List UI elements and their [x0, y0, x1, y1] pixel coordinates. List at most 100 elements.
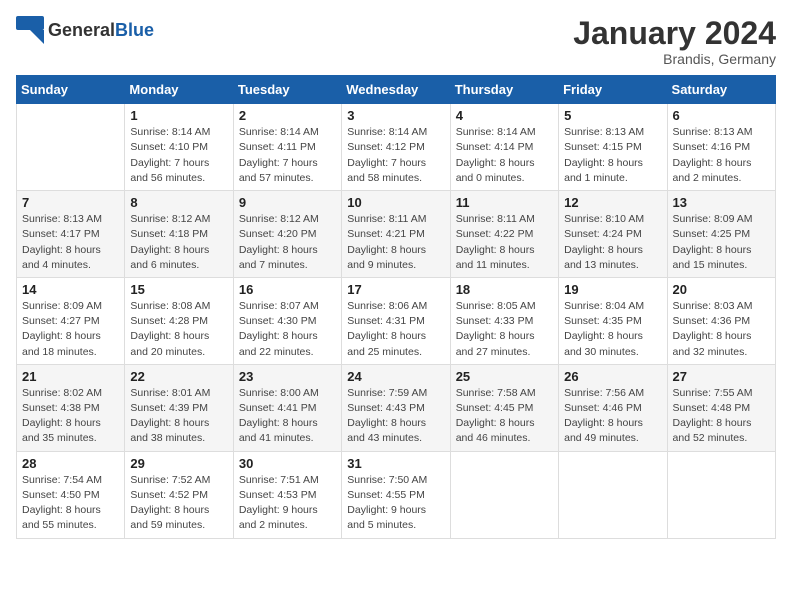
- calendar-week-row: 1Sunrise: 8:14 AMSunset: 4:10 PMDaylight…: [17, 104, 776, 191]
- day-number: 1: [130, 108, 227, 123]
- day-info: Sunrise: 8:13 AMSunset: 4:15 PMDaylight:…: [564, 125, 661, 186]
- day-info: Sunrise: 8:08 AMSunset: 4:28 PMDaylight:…: [130, 299, 227, 360]
- day-number: 27: [673, 369, 770, 384]
- calendar-cell: 4 Sunrise: 8:14 AMSunset: 4:14 PMDaylight…: [450, 104, 558, 191]
- day-info: Sunrise: 8:02 AMSunset: 4:38 PMDaylight:…: [22, 386, 119, 447]
- calendar-cell: 29 Sunrise: 7:52 AMSunset: 4:52 PMDayligh…: [125, 451, 233, 538]
- day-info: Sunrise: 7:54 AMSunset: 4:50 PMDaylight:…: [22, 473, 119, 534]
- day-info: Sunrise: 8:12 AMSunset: 4:18 PMDaylight:…: [130, 212, 227, 273]
- day-number: 17: [347, 282, 444, 297]
- calendar-cell: 20 Sunrise: 8:03 AMSunset: 4:36 PMDayligh…: [667, 277, 775, 364]
- day-number: 31: [347, 456, 444, 471]
- day-info: Sunrise: 8:13 AMSunset: 4:16 PMDaylight:…: [673, 125, 770, 186]
- calendar-cell: 8 Sunrise: 8:12 AMSunset: 4:18 PMDaylight…: [125, 191, 233, 278]
- column-header-wednesday: Wednesday: [342, 76, 450, 104]
- calendar-cell: [17, 104, 125, 191]
- day-info: Sunrise: 8:01 AMSunset: 4:39 PMDaylight:…: [130, 386, 227, 447]
- calendar-cell: 21Sunrise: 8:02 AMSunset: 4:38 PMDayligh…: [17, 364, 125, 451]
- calendar-cell: 24 Sunrise: 7:59 AMSunset: 4:43 PMDayligh…: [342, 364, 450, 451]
- day-number: 4: [456, 108, 553, 123]
- title-block: January 2024 Brandis, Germany: [573, 16, 776, 67]
- calendar-cell: [667, 451, 775, 538]
- calendar-week-row: 21Sunrise: 8:02 AMSunset: 4:38 PMDayligh…: [17, 364, 776, 451]
- page-header: GeneralBlue January 2024 Brandis, German…: [16, 16, 776, 67]
- day-number: 7: [22, 195, 119, 210]
- day-number: 16: [239, 282, 336, 297]
- day-number: 28: [22, 456, 119, 471]
- day-info: Sunrise: 8:06 AMSunset: 4:31 PMDaylight:…: [347, 299, 444, 360]
- day-number: 24: [347, 369, 444, 384]
- calendar-cell: 23Sunrise: 8:00 AMSunset: 4:41 PMDayligh…: [233, 364, 341, 451]
- column-header-tuesday: Tuesday: [233, 76, 341, 104]
- calendar-cell: 27 Sunrise: 7:55 AMSunset: 4:48 PMDayligh…: [667, 364, 775, 451]
- day-info: Sunrise: 8:03 AMSunset: 4:36 PMDaylight:…: [673, 299, 770, 360]
- calendar-cell: 18 Sunrise: 8:05 AMSunset: 4:33 PMDayligh…: [450, 277, 558, 364]
- day-number: 18: [456, 282, 553, 297]
- calendar-cell: 5 Sunrise: 8:13 AMSunset: 4:15 PMDaylight…: [559, 104, 667, 191]
- day-info: Sunrise: 7:58 AMSunset: 4:45 PMDaylight:…: [456, 386, 553, 447]
- day-info: Sunrise: 7:59 AMSunset: 4:43 PMDaylight:…: [347, 386, 444, 447]
- logo-general-text: General: [48, 20, 115, 40]
- column-header-friday: Friday: [559, 76, 667, 104]
- calendar-week-row: 14Sunrise: 8:09 AMSunset: 4:27 PMDayligh…: [17, 277, 776, 364]
- day-info: Sunrise: 8:14 AMSunset: 4:12 PMDaylight:…: [347, 125, 444, 186]
- calendar-cell: 2 Sunrise: 8:14 AMSunset: 4:11 PMDaylight…: [233, 104, 341, 191]
- day-number: 20: [673, 282, 770, 297]
- day-info: Sunrise: 8:04 AMSunset: 4:35 PMDaylight:…: [564, 299, 661, 360]
- day-info: Sunrise: 8:14 AMSunset: 4:14 PMDaylight:…: [456, 125, 553, 186]
- day-info: Sunrise: 7:55 AMSunset: 4:48 PMDaylight:…: [673, 386, 770, 447]
- day-number: 30: [239, 456, 336, 471]
- calendar-cell: 19Sunrise: 8:04 AMSunset: 4:35 PMDayligh…: [559, 277, 667, 364]
- day-number: 8: [130, 195, 227, 210]
- column-header-saturday: Saturday: [667, 76, 775, 104]
- day-number: 12: [564, 195, 661, 210]
- day-number: 25: [456, 369, 553, 384]
- day-number: 3: [347, 108, 444, 123]
- calendar-cell: 31 Sunrise: 7:50 AMSunset: 4:55 PMDayligh…: [342, 451, 450, 538]
- calendar-cell: 9Sunrise: 8:12 AMSunset: 4:20 PMDaylight…: [233, 191, 341, 278]
- month-year-title: January 2024: [573, 16, 776, 51]
- day-number: 15: [130, 282, 227, 297]
- calendar-week-row: 28 Sunrise: 7:54 AMSunset: 4:50 PMDayligh…: [17, 451, 776, 538]
- day-number: 14: [22, 282, 119, 297]
- calendar-cell: 16 Sunrise: 8:07 AMSunset: 4:30 PMDayligh…: [233, 277, 341, 364]
- day-info: Sunrise: 7:50 AMSunset: 4:55 PMDaylight:…: [347, 473, 444, 534]
- calendar-cell: 11 Sunrise: 8:11 AMSunset: 4:22 PMDayligh…: [450, 191, 558, 278]
- day-info: Sunrise: 7:52 AMSunset: 4:52 PMDaylight:…: [130, 473, 227, 534]
- calendar-cell: 14Sunrise: 8:09 AMSunset: 4:27 PMDayligh…: [17, 277, 125, 364]
- calendar-cell: 25 Sunrise: 7:58 AMSunset: 4:45 PMDayligh…: [450, 364, 558, 451]
- calendar-cell: 10Sunrise: 8:11 AMSunset: 4:21 PMDayligh…: [342, 191, 450, 278]
- column-header-thursday: Thursday: [450, 76, 558, 104]
- calendar-cell: 3 Sunrise: 8:14 AMSunset: 4:12 PMDaylight…: [342, 104, 450, 191]
- day-info: Sunrise: 8:07 AMSunset: 4:30 PMDaylight:…: [239, 299, 336, 360]
- day-info: Sunrise: 8:05 AMSunset: 4:33 PMDaylight:…: [456, 299, 553, 360]
- calendar-cell: 12 Sunrise: 8:10 AMSunset: 4:24 PMDayligh…: [559, 191, 667, 278]
- day-number: 11: [456, 195, 553, 210]
- calendar-cell: 26Sunrise: 7:56 AMSunset: 4:46 PMDayligh…: [559, 364, 667, 451]
- calendar-cell: 7 Sunrise: 8:13 AMSunset: 4:17 PMDaylight…: [17, 191, 125, 278]
- logo-icon: [16, 16, 44, 44]
- calendar-cell: 17 Sunrise: 8:06 AMSunset: 4:31 PMDayligh…: [342, 277, 450, 364]
- calendar-week-row: 7 Sunrise: 8:13 AMSunset: 4:17 PMDaylight…: [17, 191, 776, 278]
- day-number: 6: [673, 108, 770, 123]
- day-number: 10: [347, 195, 444, 210]
- calendar-cell: 6 Sunrise: 8:13 AMSunset: 4:16 PMDaylight…: [667, 104, 775, 191]
- day-info: Sunrise: 8:12 AMSunset: 4:20 PMDaylight:…: [239, 212, 336, 273]
- day-info: Sunrise: 8:13 AMSunset: 4:17 PMDaylight:…: [22, 212, 119, 273]
- day-info: Sunrise: 8:00 AMSunset: 4:41 PMDaylight:…: [239, 386, 336, 447]
- calendar-header-row: SundayMondayTuesdayWednesdayThursdayFrid…: [17, 76, 776, 104]
- day-info: Sunrise: 7:56 AMSunset: 4:46 PMDaylight:…: [564, 386, 661, 447]
- day-info: Sunrise: 8:11 AMSunset: 4:22 PMDaylight:…: [456, 212, 553, 273]
- calendar-cell: [559, 451, 667, 538]
- calendar-cell: 30 Sunrise: 7:51 AMSunset: 4:53 PMDayligh…: [233, 451, 341, 538]
- day-number: 22: [130, 369, 227, 384]
- day-info: Sunrise: 8:14 AMSunset: 4:11 PMDaylight:…: [239, 125, 336, 186]
- day-number: 2: [239, 108, 336, 123]
- day-info: Sunrise: 8:10 AMSunset: 4:24 PMDaylight:…: [564, 212, 661, 273]
- calendar-cell: 13Sunrise: 8:09 AMSunset: 4:25 PMDayligh…: [667, 191, 775, 278]
- location-subtitle: Brandis, Germany: [573, 51, 776, 67]
- day-info: Sunrise: 7:51 AMSunset: 4:53 PMDaylight:…: [239, 473, 336, 534]
- day-number: 29: [130, 456, 227, 471]
- day-number: 5: [564, 108, 661, 123]
- calendar-table: SundayMondayTuesdayWednesdayThursdayFrid…: [16, 75, 776, 538]
